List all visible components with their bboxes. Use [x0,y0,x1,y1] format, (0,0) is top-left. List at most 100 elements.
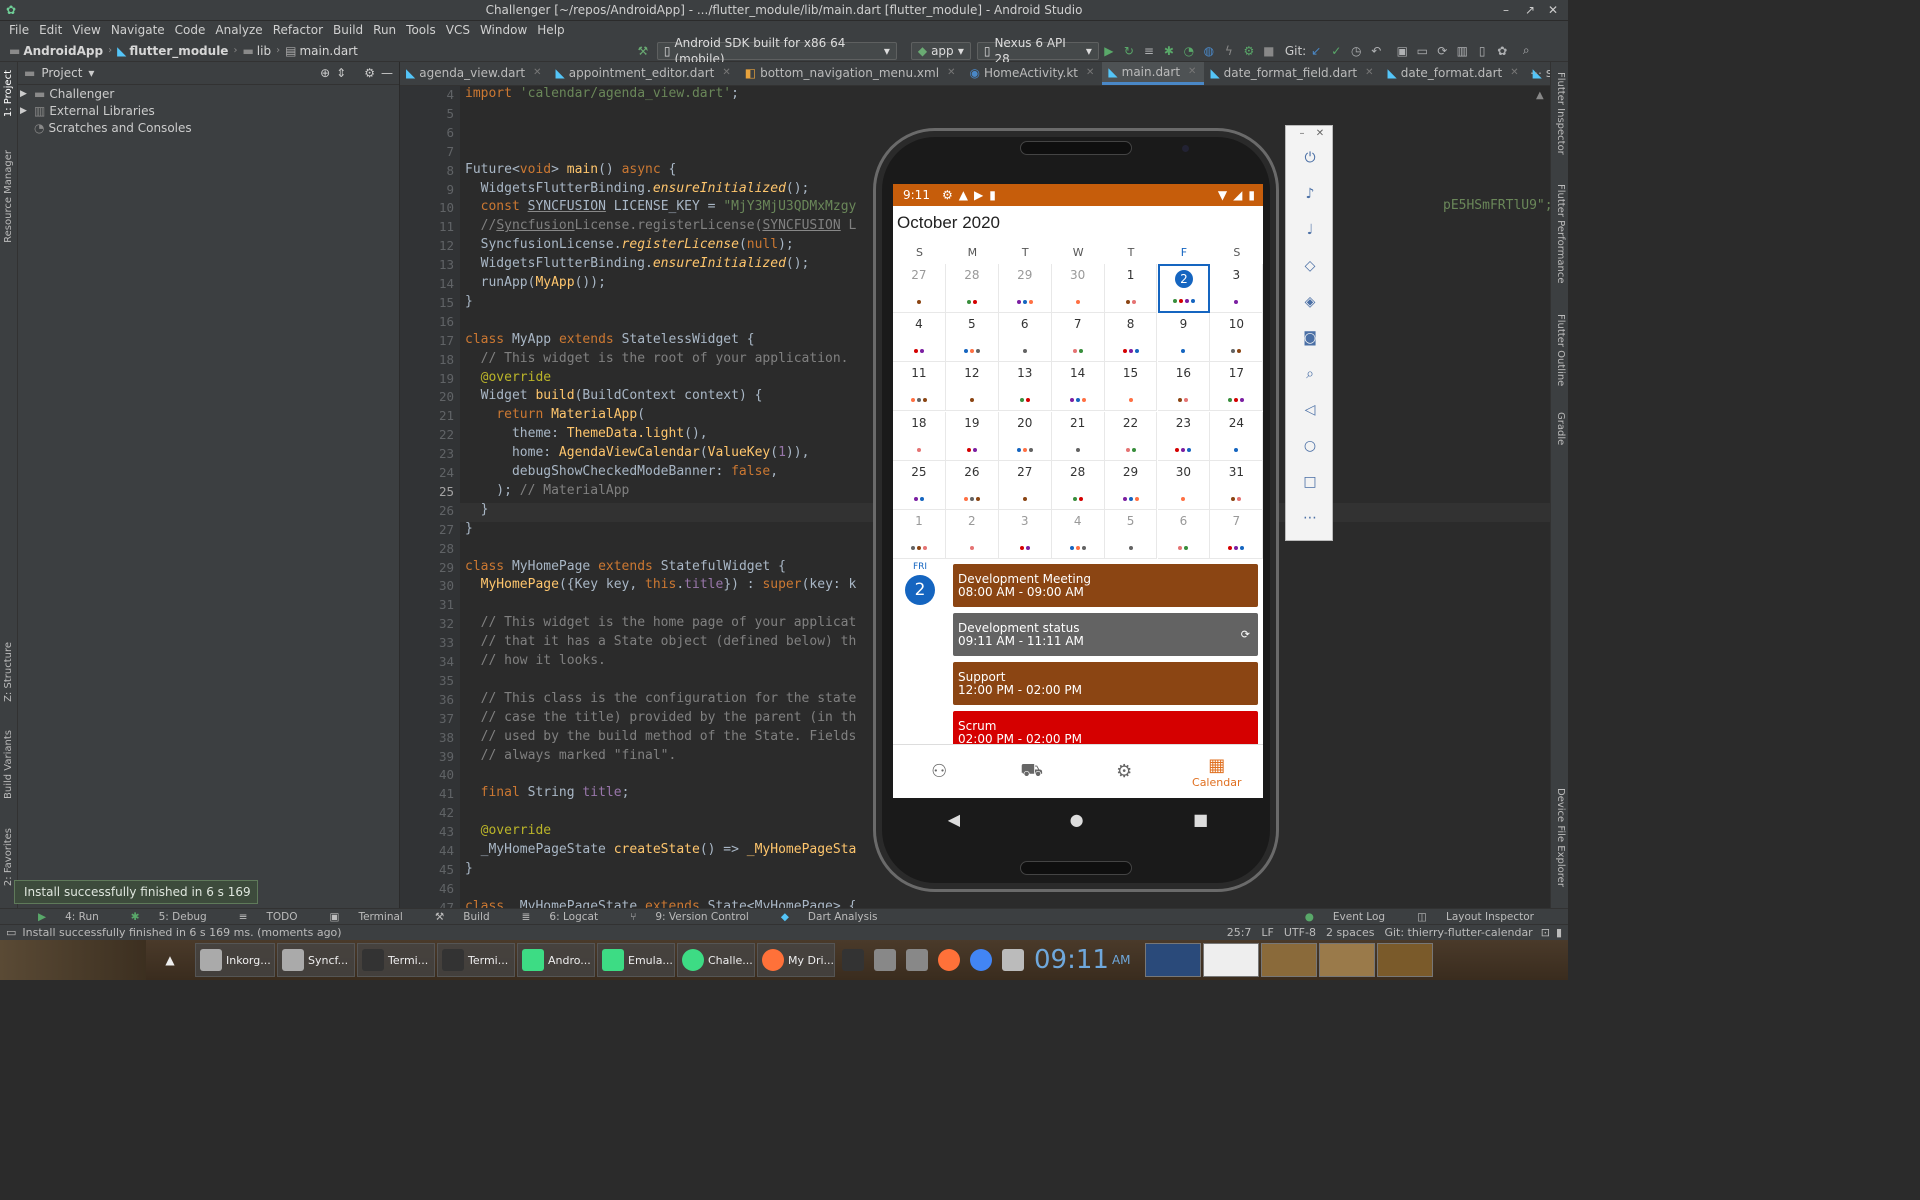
app-launcher-icon[interactable] [874,949,896,971]
calendar-day-cell[interactable]: 30 [1157,460,1211,510]
sync-gradle-icon[interactable]: ⟳ [1432,44,1452,58]
structure-tool-tab[interactable]: Z: Structure [3,642,14,702]
calendar-day-cell[interactable]: 6 [1157,510,1211,559]
menu-build[interactable]: Build [328,21,368,40]
code-line[interactable]: return MaterialApp( [465,407,645,422]
calendar-day-cell[interactable]: 19 [945,411,999,461]
app-launcher-icon[interactable] [906,949,928,971]
code-line[interactable]: // that it has a State object (defined b… [465,634,857,649]
home-button[interactable]: ● [1070,810,1084,829]
tab-overflow-icon[interactable]: ⋯ [1530,66,1542,80]
close-tab-icon[interactable]: ✕ [1188,62,1196,84]
indent-setting[interactable]: 2 spaces [1326,926,1375,939]
vcs-update-icon[interactable]: ↙ [1306,44,1326,58]
camera-icon[interactable]: ◙ [1286,330,1334,346]
code-line[interactable]: @override [465,823,551,838]
tab-home-activity[interactable]: ◉ HomeActivity.kt ✕ [963,62,1102,85]
hammer-icon[interactable]: ⚒ [633,44,653,58]
code-line[interactable]: MyHomePage({Key key, this.title}) : supe… [465,577,857,592]
calendar-day-cell[interactable]: 9 [1157,313,1211,363]
hide-panel-icon[interactable]: — [381,66,393,80]
breadcrumb-module[interactable]: ◣ flutter_module [114,44,231,58]
debug-tool-tab[interactable]: ✱ 5: Debug [115,911,223,923]
workspace-thumbnail[interactable] [1376,943,1433,977]
calendar-day-cell[interactable]: 8 [1104,313,1158,363]
menu-tools[interactable]: Tools [401,21,441,40]
profile-icon[interactable]: ◔ [1179,44,1199,58]
code-line[interactable]: Future<void> main() async { [465,162,676,177]
calendar-day-cell[interactable]: 5 [945,313,999,363]
calendar-month-header[interactable]: October 2020 [893,206,1263,240]
calendar-day-cell[interactable]: 11 [893,362,946,412]
maximize-icon[interactable]: ↗ [1525,0,1535,21]
tab-date-format[interactable]: ◣ date_format.dart ✕ [1381,62,1526,85]
todo-tool-tab[interactable]: ≡ TODO [223,911,314,923]
stop-icon[interactable]: ■ [1259,44,1279,58]
calendar-day-cell[interactable]: 3 [1210,264,1263,313]
caret-position[interactable]: 25:7 [1227,926,1252,939]
menu-analyze[interactable]: Analyze [210,21,267,40]
code-line[interactable]: // how it looks. [465,653,606,668]
close-tab-icon[interactable]: ✕ [1510,62,1518,85]
calendar-day-cell[interactable]: 21 [1051,411,1105,461]
calendar-day-cell[interactable]: 2 [945,510,999,559]
flutter-reload-icon[interactable]: ϟ [1219,44,1239,58]
up-arrow-icon[interactable]: ▲ [146,953,194,967]
appointment-card[interactable]: Support 12:00 PM - 02:00 PM [953,662,1258,705]
minimize-icon[interactable]: – [1503,0,1509,21]
resource-manager-tool-tab[interactable]: Resource Manager [3,150,14,243]
back-button[interactable]: ◀ [948,810,960,829]
tab-appointment-editor[interactable]: ◣ appointment_editor.dart ✕ [550,62,739,85]
logcat-tool-tab[interactable]: ≣ 6: Logcat [506,911,614,923]
code-line[interactable]: theme: ThemeData.light(), [465,426,708,441]
code-line[interactable]: } [465,294,473,309]
tab-main[interactable]: ◣ main.dart ✕ [1102,62,1205,85]
task-terminal-1[interactable]: Termi... [357,943,435,977]
device-selector[interactable]: ▯ Android SDK built for x86 64 (mobile) ▾ [656,36,897,66]
calendar-day-cell[interactable]: 4 [1051,510,1105,559]
close-tab-icon[interactable]: ✕ [1086,62,1094,85]
gear-icon[interactable]: ⚙ [364,66,375,80]
code-line[interactable]: _MyHomePageState createState() => _MyHom… [465,842,857,857]
code-line[interactable]: } [465,502,489,517]
code-line[interactable]: // This class is the configuration for t… [465,691,857,706]
version-control-tool-tab[interactable]: ⑂ 9: Version Control [614,911,765,923]
build-variants-tool-tab[interactable]: Build Variants [3,730,14,799]
menu-navigate[interactable]: Navigate [106,21,170,40]
inspection-widget-icon[interactable]: ▲ [1536,90,1544,101]
calendar-day-cell[interactable]: 25 [893,460,946,510]
code-line[interactable]: } [465,521,473,536]
task-challenger[interactable]: Challe... [677,943,755,977]
flutter-performance-tab[interactable]: Flutter Performance [1555,184,1566,284]
flutter-outline-tab[interactable]: Flutter Outline [1555,314,1566,386]
calendar-day-cell[interactable]: 15 [1104,362,1158,412]
avd-manager-icon[interactable]: ▭ [1412,44,1432,58]
nav-calendar[interactable]: ▦ Calendar [1171,745,1264,798]
rollback-icon[interactable]: ↶ [1366,44,1386,58]
taskbar-clock[interactable]: 09:11 [1034,945,1109,975]
file-encoding[interactable]: UTF-8 [1284,926,1316,939]
memory-indicator-icon[interactable]: ▮ [1556,926,1562,939]
more-options-icon[interactable]: ⋯ [1286,510,1334,526]
code-line[interactable]: ); // MaterialApp [465,483,629,498]
run-icon[interactable]: ▶ [1099,44,1119,58]
dart-analysis-tool-tab[interactable]: ◆ Dart Analysis [765,911,894,923]
git-branch[interactable]: Git: thierry-flutter-calendar [1384,926,1532,939]
calendar-day-cell[interactable]: 31 [1210,460,1263,510]
menu-vcs[interactable]: VCS [441,21,475,40]
task-emulator[interactable]: Emula... [597,943,675,977]
calendar-day-cell[interactable]: 24 [1210,411,1263,461]
tab-agenda-view[interactable]: ◣ agenda_view.dart ✕ [400,62,550,85]
debug-icon[interactable]: ✱ [1159,44,1179,58]
breadcrumb-project[interactable]: ▬ AndroidApp [6,44,106,58]
code-line[interactable]: // This widget is the home page of your … [465,615,857,630]
tab-date-format-field[interactable]: ◣ date_format_field.dart ✕ [1204,62,1381,85]
hot-reload-icon[interactable]: ↻ [1119,44,1139,58]
emulator-selector[interactable]: ▯ Nexus 6 API 28 ▾ [976,36,1099,66]
task-terminal-2[interactable]: Termi... [437,943,515,977]
calendar-day-cell[interactable]: 7 [1210,510,1263,559]
zoom-icon[interactable]: ⌕ [1286,366,1334,382]
menu-run[interactable]: Run [368,21,401,40]
vcs-commit-icon[interactable]: ✓ [1326,44,1346,58]
calendar-day-cell[interactable]: 27 [998,460,1052,510]
